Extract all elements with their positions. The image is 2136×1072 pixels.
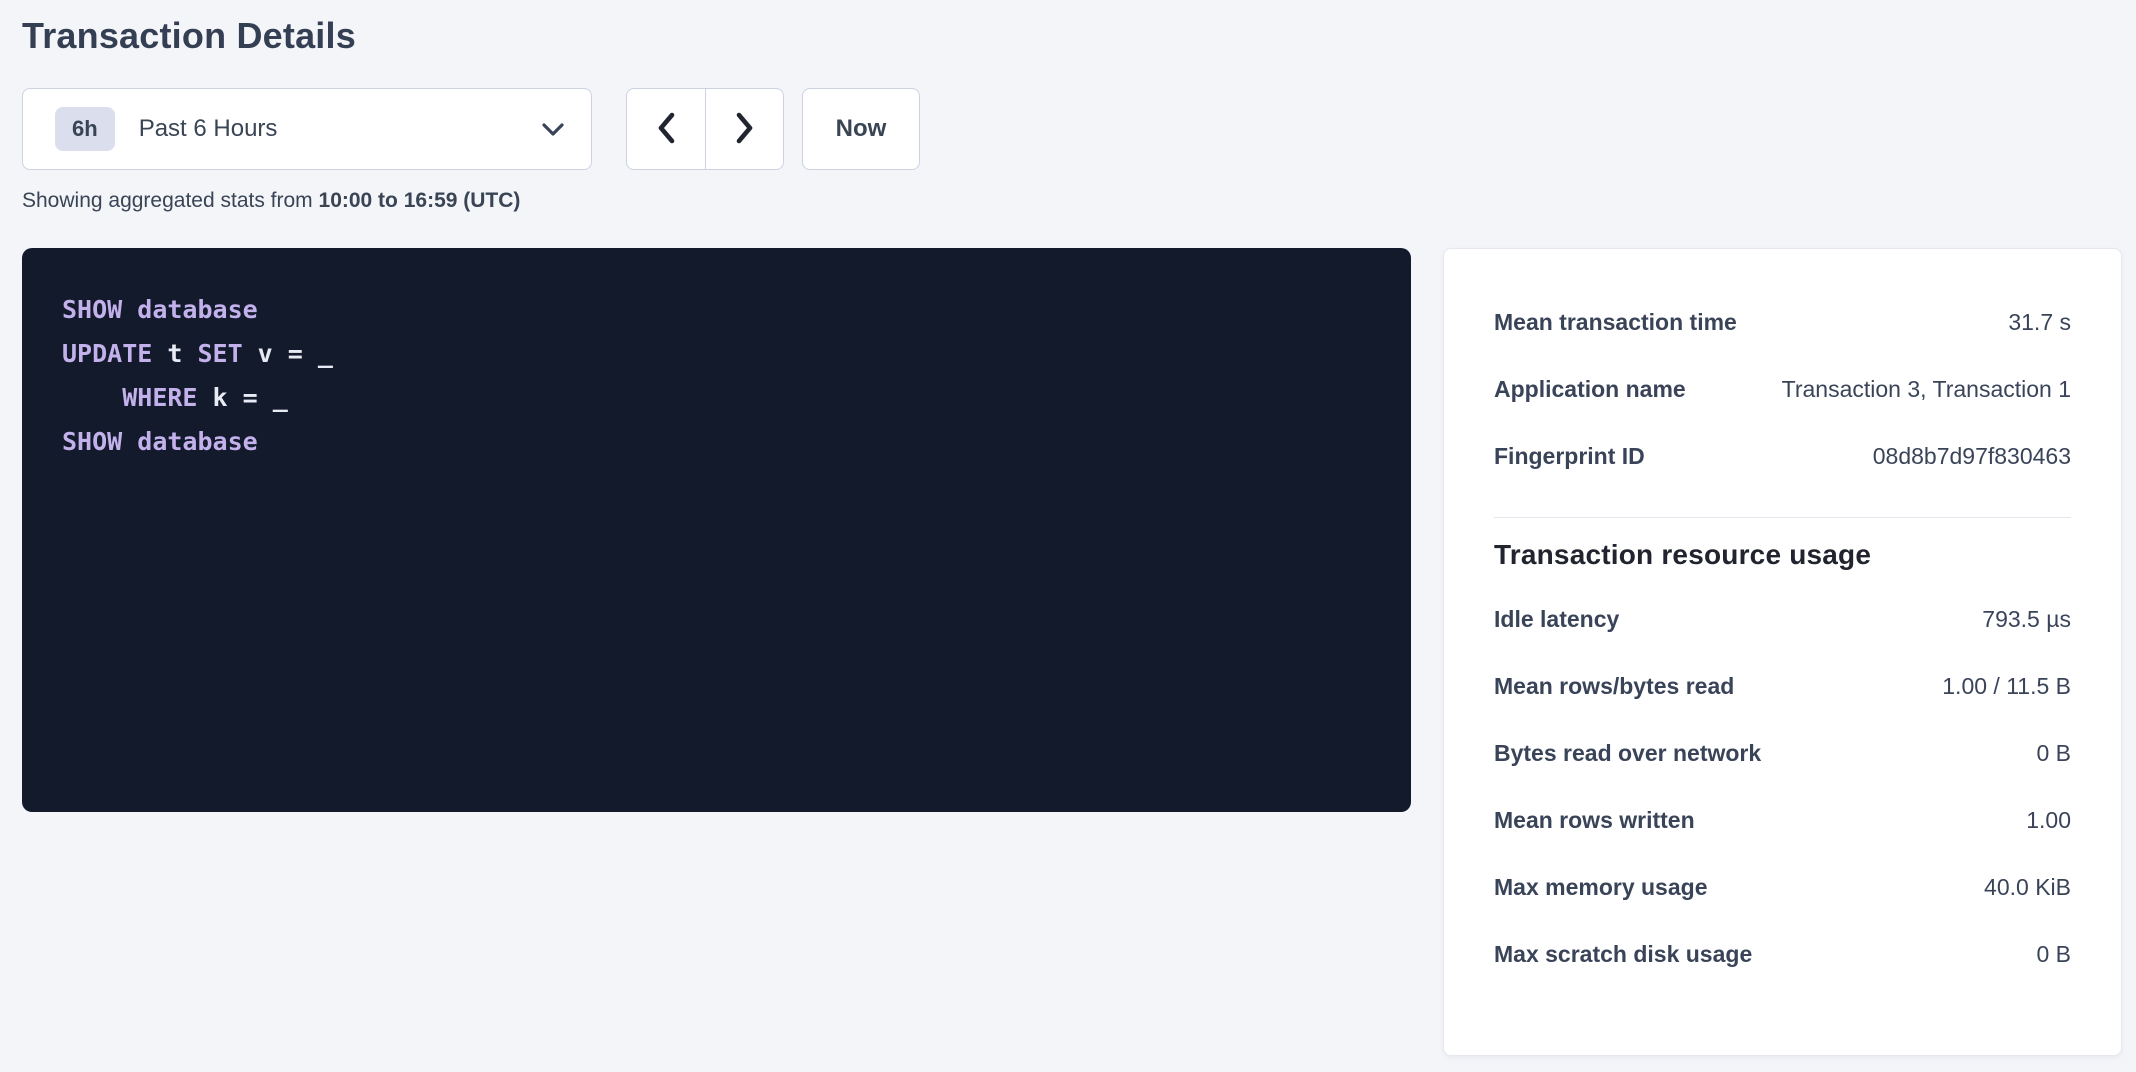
summary-row: Mean transaction time 31.7 s [1494,289,2071,356]
main-content: SHOW database UPDATE t SET v = _ WHERE k… [22,248,2122,1056]
summary-row: Max memory usage 40.0 KiB [1494,854,2071,921]
row-label: Mean rows written [1494,807,1715,834]
summary-row: Application name Transaction 3, Transact… [1494,356,2071,423]
caption-prefix: Showing aggregated stats from [22,189,319,212]
row-value: 793.5 µs [1982,606,2071,633]
row-value: 40.0 KiB [1984,874,2071,901]
sql-line: WHERE k = _ [62,383,288,412]
aggregated-stats-caption: Showing aggregated stats from 10:00 to 1… [22,188,2122,214]
summary-row: Idle latency 793.5 µs [1494,586,2071,653]
overview-section: Mean transaction time 31.7 s Application… [1494,289,2071,490]
now-button[interactable]: Now [802,88,920,170]
row-value: 0 B [2036,740,2071,767]
row-label: Fingerprint ID [1494,443,1665,470]
chevron-right-icon [734,111,756,148]
resource-usage-heading: Transaction resource usage [1494,538,2071,572]
row-value: 0 B [2036,941,2071,968]
summary-row: Mean rows/bytes read 1.00 / 11.5 B [1494,653,2071,720]
sql-statements-code: SHOW database UPDATE t SET v = _ WHERE k… [62,288,1371,464]
summary-row: Max scratch disk usage 0 B [1494,921,2071,988]
time-range-select[interactable]: 6h Past 6 Hours [22,88,592,170]
time-controls: 6h Past 6 Hours [22,88,2122,170]
prev-time-button[interactable] [627,89,705,169]
chevron-down-icon [541,122,565,137]
page-title: Transaction Details [22,14,2122,58]
section-divider [1494,517,2071,518]
row-value: 1.00 [2026,807,2071,834]
sql-line: UPDATE t SET v = _ [62,339,333,368]
row-label: Idle latency [1494,606,1639,633]
summary-row: Fingerprint ID 08d8b7d97f830463 [1494,423,2071,490]
sql-line: SHOW database [62,427,258,456]
row-label: Mean rows/bytes read [1494,673,1754,700]
row-label: Bytes read over network [1494,740,1781,767]
summary-row: Bytes read over network 0 B [1494,720,2071,787]
row-value: 08d8b7d97f830463 [1873,443,2071,470]
row-label: Mean transaction time [1494,309,1757,336]
sql-statements-panel: SHOW database UPDATE t SET v = _ WHERE k… [22,248,1411,812]
sql-line: SHOW database [62,295,258,324]
row-value: Transaction 3, Transaction 1 [1782,376,2071,403]
time-pager [626,88,784,170]
resource-usage-section: Transaction resource usage Idle latency … [1494,538,2071,988]
next-time-button[interactable] [705,89,783,169]
row-label: Max memory usage [1494,874,1727,901]
caption-time-range: 10:00 to 16:59 (UTC) [319,189,521,212]
summary-card: Mean transaction time 31.7 s Application… [1443,248,2122,1056]
transaction-details-page: Transaction Details 6h Past 6 Hours [0,0,2136,1072]
summary-row: Mean rows written 1.00 [1494,787,2071,854]
chevron-left-icon [655,111,677,148]
time-range-badge: 6h [55,107,115,151]
time-range-label: Past 6 Hours [139,115,278,143]
row-value: 1.00 / 11.5 B [1942,673,2071,700]
row-label: Application name [1494,376,1706,403]
row-value: 31.7 s [2008,309,2071,336]
row-label: Max scratch disk usage [1494,941,1772,968]
